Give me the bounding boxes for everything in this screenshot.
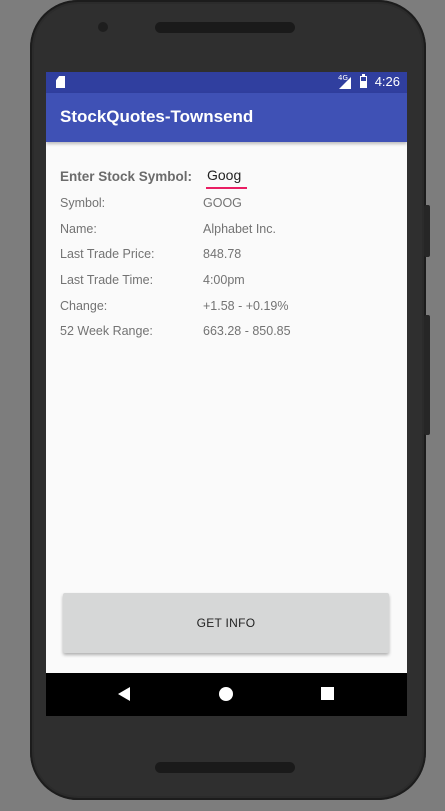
front-camera (98, 22, 108, 32)
detail-value: 848.78 (203, 247, 242, 261)
detail-value: 4:00pm (203, 273, 245, 287)
device-screen: 4G 4:26 StockQuotes-Townsend Enter Stock… (46, 72, 407, 716)
detail-value: 663.28 - 850.85 (203, 324, 291, 338)
stock-symbol-input[interactable] (206, 163, 247, 189)
status-bar: 4G 4:26 (46, 72, 407, 93)
volume-button[interactable] (424, 205, 430, 257)
detail-row-52-week-range: 52 Week Range: 663.28 - 850.85 (60, 324, 400, 346)
detail-row-symbol: Symbol: GOOG (60, 196, 400, 218)
stock-symbol-label: Enter Stock Symbol: (60, 169, 193, 184)
app-title: StockQuotes-Townsend (60, 107, 254, 126)
detail-value: GOOG (203, 196, 242, 210)
detail-value: Alphabet Inc. (203, 222, 276, 236)
app-bar: StockQuotes-Townsend (46, 93, 407, 142)
navigation-bar (46, 673, 407, 716)
back-icon[interactable] (118, 687, 130, 701)
detail-value: +1.58 - +0.19% (203, 299, 289, 313)
power-button[interactable] (424, 315, 430, 435)
top-speaker (155, 22, 295, 33)
recent-apps-icon[interactable] (321, 687, 334, 700)
bottom-speaker (155, 762, 295, 773)
battery-icon (360, 74, 367, 88)
detail-label: Symbol: (60, 196, 106, 210)
sd-card-icon (56, 76, 65, 88)
detail-row-last-trade-price: Last Trade Price: 848.78 (60, 247, 400, 269)
detail-label: 52 Week Range: (60, 324, 153, 338)
network-type: 4G (338, 74, 348, 82)
detail-label: Last Trade Price: (60, 247, 155, 261)
detail-label: Last Trade Time: (60, 273, 154, 287)
home-icon[interactable] (219, 687, 233, 701)
emulator-stage: 4G 4:26 StockQuotes-Townsend Enter Stock… (0, 0, 445, 811)
detail-row-last-trade-time: Last Trade Time: 4:00pm (60, 273, 400, 295)
status-clock: 4:26 (374, 74, 400, 89)
detail-row-change: Change: +1.58 - +0.19% (60, 299, 400, 321)
get-info-button[interactable]: GET INFO (63, 593, 389, 653)
detail-label: Change: (60, 299, 108, 313)
detail-label: Name: (60, 222, 97, 236)
detail-row-name: Name: Alphabet Inc. (60, 222, 400, 244)
